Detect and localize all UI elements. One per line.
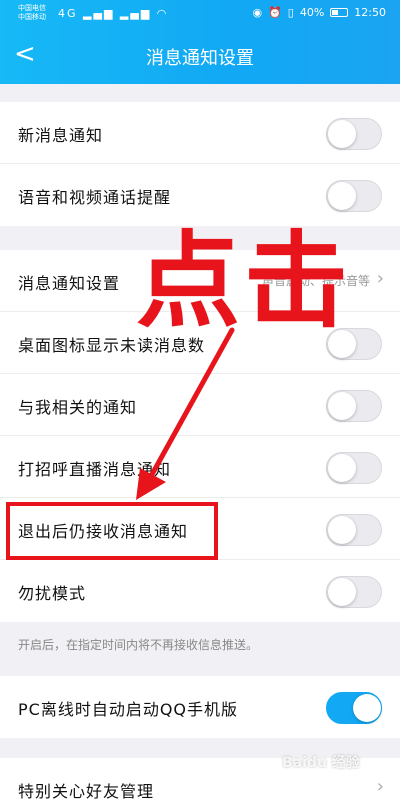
app-header: 中国电信 中国移动 4G ▂▄▆ ▂▄▆ ◠ ◉ ⏰ ▯ 40% 12:50 <… [0, 0, 400, 84]
toggle-knob [328, 182, 356, 210]
watermark-logo: Baidu 经验 [282, 755, 360, 771]
row-call-reminder[interactable]: 语音和视频通话提醒 [0, 164, 400, 226]
signal-icon: 4G ▂▄▆ ▂▄▆ ◠ [58, 7, 169, 20]
section-notifications: 新消息通知 语音和视频通话提醒 [0, 102, 400, 226]
status-right: ◉ ⏰ ▯ 40% 12:50 [252, 6, 386, 19]
chevron-right-icon: › [376, 776, 384, 797]
toggle-knob [328, 392, 356, 420]
toggle-knob [328, 120, 356, 148]
row-label: 勿扰模式 [18, 584, 87, 603]
do-not-disturb-toggle[interactable] [326, 576, 382, 608]
status-bar: 中国电信 中国移动 4G ▂▄▆ ▂▄▆ ◠ ◉ ⏰ ▯ 40% 12:50 [0, 0, 400, 28]
row-label: 新消息通知 [18, 126, 104, 145]
clock: 12:50 [354, 6, 386, 19]
toggle-knob [353, 694, 381, 722]
carrier-info: 中国电信 中国移动 [18, 4, 46, 22]
dnd-hint-text: 开启后，在指定时间内将不再接收信息推送。 [18, 638, 259, 652]
carrier-2: 中国移动 [18, 13, 46, 21]
carrier-1: 中国电信 [18, 4, 46, 12]
chevron-right-icon: › [376, 268, 384, 289]
row-greeting-live-notification[interactable]: 打招呼直播消息通知 [0, 436, 400, 498]
vibrate-icon: ▯ [287, 6, 294, 19]
toggle-knob [328, 516, 356, 544]
row-related-notification[interactable]: 与我相关的通知 [0, 374, 400, 436]
row-pc-offline-autostart[interactable]: PC离线时自动启动QQ手机版 [0, 676, 400, 738]
row-label: 打招呼直播消息通知 [18, 460, 172, 479]
receive-after-exit-toggle[interactable] [326, 514, 382, 546]
row-new-message-notification[interactable]: 新消息通知 [0, 102, 400, 164]
call-reminder-toggle[interactable] [326, 180, 382, 212]
alarm-icon: ⏰ [268, 6, 282, 19]
row-label: PC离线时自动启动QQ手机版 [18, 700, 239, 719]
toggle-knob [328, 578, 356, 606]
annotation-click-text: 点击 [136, 220, 353, 342]
pc-offline-toggle[interactable] [326, 692, 382, 724]
new-message-toggle[interactable] [326, 118, 382, 150]
battery-icon [330, 8, 349, 17]
battery-percent: 40% [299, 6, 325, 19]
row-label: 特别关心好友管理 [18, 782, 155, 800]
section-pc-offline: PC离线时自动启动QQ手机版 [0, 676, 400, 738]
related-notification-toggle[interactable] [326, 390, 382, 422]
row-do-not-disturb[interactable]: 勿扰模式 [0, 560, 400, 622]
toggle-knob [328, 454, 356, 482]
annotation-highlight-box [6, 502, 218, 560]
greeting-live-toggle[interactable] [326, 452, 382, 484]
row-label: 与我相关的通知 [18, 398, 138, 417]
row-label: 语音和视频通话提醒 [18, 188, 172, 207]
eye-icon: ◉ [252, 6, 263, 19]
row-label: 消息通知设置 [18, 274, 121, 293]
page-title: 消息通知设置 [146, 48, 254, 69]
